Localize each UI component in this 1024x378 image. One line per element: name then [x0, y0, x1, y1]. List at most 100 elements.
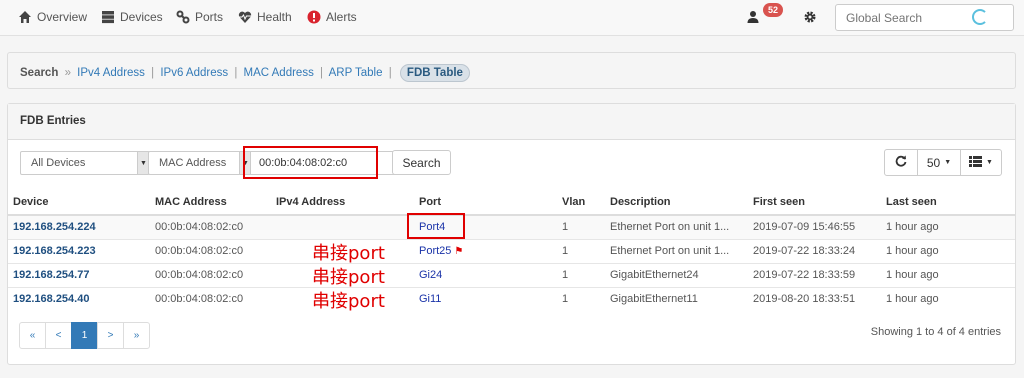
device-link[interactable]: 192.168.254.223	[8, 238, 150, 263]
first-seen-cell: 2019-07-09 15:46:55	[748, 214, 881, 239]
nav-health[interactable]: Health	[238, 0, 292, 34]
description-cell: GigabitEthernet11	[605, 286, 748, 311]
fdb-panel: FDB Entries All Devices ▼ MAC Address ▼ …	[7, 103, 1016, 365]
table-row: 192.168.254.223 00:0b:04:08:02:c0 Port25…	[8, 238, 1015, 263]
fdb-panel-title: FDB Entries	[8, 104, 1015, 140]
first-seen-cell: 2019-07-22 18:33:59	[748, 262, 881, 287]
port-link[interactable]: Port25	[419, 245, 451, 257]
vlan-cell: 1	[557, 238, 605, 263]
breadcrumb-mac[interactable]: MAC Address	[244, 67, 314, 79]
caret-down-icon: ▼	[986, 159, 993, 166]
mac-cell: 00:0b:04:08:02:c0	[150, 262, 271, 287]
mac-cell: 00:0b:04:08:02:c0	[150, 238, 271, 263]
vlan-cell: 1	[557, 286, 605, 311]
last-seen-cell: 1 hour ago	[881, 262, 1015, 287]
pager-page-1[interactable]: 1	[71, 322, 98, 349]
vlan-cell: 1	[557, 214, 605, 239]
fdb-table: Device MAC Address IPv4 Address Port Vla…	[8, 189, 1015, 311]
nav-ports[interactable]: Ports	[176, 0, 223, 34]
user-menu[interactable]	[746, 0, 765, 34]
refresh-icon	[895, 155, 907, 170]
nav-ports-label: Ports	[195, 10, 224, 24]
nav-health-label: Health	[257, 10, 292, 24]
nav-alerts-label: Alerts	[326, 10, 357, 24]
gear-icon	[803, 10, 817, 24]
nav-devices-label: Devices	[120, 10, 163, 24]
field-filter-select[interactable]: MAC Address ▼	[148, 151, 252, 175]
breadcrumb-fdb-active[interactable]: FDB Table	[399, 64, 470, 82]
vlan-cell: 1	[557, 262, 605, 287]
home-icon	[18, 10, 32, 24]
table-row: 192.168.254.77 00:0b:04:08:02:c0 Gi24 1 …	[8, 262, 1015, 287]
alert-icon	[307, 10, 321, 24]
caret-down-icon: ▼	[944, 159, 952, 166]
col-ipv4[interactable]: IPv4 Address	[271, 189, 414, 216]
search-button[interactable]: Search	[392, 150, 451, 175]
description-cell: Ethernet Port on unit 1...	[605, 238, 748, 263]
pager-first[interactable]: «	[19, 322, 46, 349]
link-icon	[176, 10, 190, 24]
device-filter-select[interactable]: All Devices ▼	[20, 151, 150, 175]
description-cell: GigabitEthernet24	[605, 262, 748, 287]
annotation-highlight-box	[243, 146, 378, 179]
port-link[interactable]: Gi24	[419, 269, 442, 281]
annotation-text: 串接port	[312, 243, 385, 264]
loading-spinner-icon	[972, 9, 988, 25]
port-link[interactable]: Gi11	[419, 293, 441, 305]
col-port[interactable]: Port	[414, 189, 557, 216]
showing-entries-text: Showing 1 to 4 of 4 entries	[870, 326, 1001, 338]
device-link[interactable]: 192.168.254.224	[8, 214, 150, 239]
user-icon	[746, 10, 760, 24]
refresh-button[interactable]	[884, 149, 918, 176]
breadcrumb-ipv4[interactable]: IPv4 Address	[77, 67, 145, 79]
col-first-seen[interactable]: First seen	[748, 189, 881, 216]
col-mac[interactable]: MAC Address	[150, 189, 271, 216]
last-seen-cell: 1 hour ago	[881, 214, 1015, 239]
table-row: 192.168.254.40 00:0b:04:08:02:c0 Gi11 1 …	[8, 286, 1015, 311]
first-seen-cell: 2019-08-20 18:33:51	[748, 286, 881, 311]
nav-overview[interactable]: Overview	[18, 0, 87, 34]
ipv4-cell	[271, 214, 414, 239]
col-last-seen[interactable]: Last seen	[881, 189, 1015, 216]
breadcrumb-arp[interactable]: ARP Table	[329, 67, 383, 79]
pagination: « < 1 > »	[19, 322, 150, 349]
page-size-dropdown[interactable]: 50 ▼	[917, 149, 961, 176]
description-cell: Ethernet Port on unit 1...	[605, 214, 748, 239]
annotation-port-box	[407, 213, 465, 239]
table-header-row: Device MAC Address IPv4 Address Port Vla…	[8, 189, 1015, 216]
nav-overview-label: Overview	[37, 10, 88, 24]
device-link[interactable]: 192.168.254.40	[8, 286, 150, 311]
notification-badge: 52	[763, 3, 784, 17]
page-size-value: 50	[926, 155, 941, 170]
heartbeat-icon	[238, 10, 252, 24]
breadcrumb-root: Search	[20, 67, 59, 79]
last-seen-cell: 1 hour ago	[881, 238, 1015, 263]
breadcrumb: Search » IPv4 Address | IPv6 Address | M…	[20, 64, 470, 82]
pager-next[interactable]: >	[97, 322, 124, 349]
top-navbar: Overview Devices Ports Health Alerts 52	[0, 0, 1024, 36]
first-seen-cell: 2019-07-22 18:33:24	[748, 238, 881, 263]
columns-dropdown[interactable]: ▼	[960, 149, 1002, 176]
field-filter-value: MAC Address	[159, 157, 227, 169]
list-icon	[969, 155, 983, 170]
col-device[interactable]: Device	[8, 189, 150, 216]
last-seen-cell: 1 hour ago	[881, 286, 1015, 311]
mac-cell: 00:0b:04:08:02:c0	[150, 214, 271, 239]
settings-button[interactable]	[803, 0, 822, 34]
pager-prev[interactable]: <	[45, 322, 72, 349]
table-row: 192.168.254.224 00:0b:04:08:02:c0 Port4 …	[8, 214, 1015, 239]
flag-icon: ⚑	[454, 246, 464, 257]
nav-devices[interactable]: Devices	[101, 0, 163, 34]
breadcrumb-panel: Search » IPv4 Address | IPv6 Address | M…	[7, 52, 1016, 89]
breadcrumb-ipv6[interactable]: IPv6 Address	[160, 67, 228, 79]
annotation-text: 串接port	[312, 291, 385, 312]
col-vlan[interactable]: Vlan	[557, 189, 605, 216]
pager-last[interactable]: »	[123, 322, 150, 349]
col-description[interactable]: Description	[605, 189, 748, 216]
nav-alerts[interactable]: Alerts	[307, 0, 357, 34]
device-filter-value: All Devices	[31, 157, 86, 169]
mac-cell: 00:0b:04:08:02:c0	[150, 286, 271, 311]
device-link[interactable]: 192.168.254.77	[8, 262, 150, 287]
annotation-text: 串接port	[312, 267, 385, 288]
server-icon	[101, 10, 115, 24]
